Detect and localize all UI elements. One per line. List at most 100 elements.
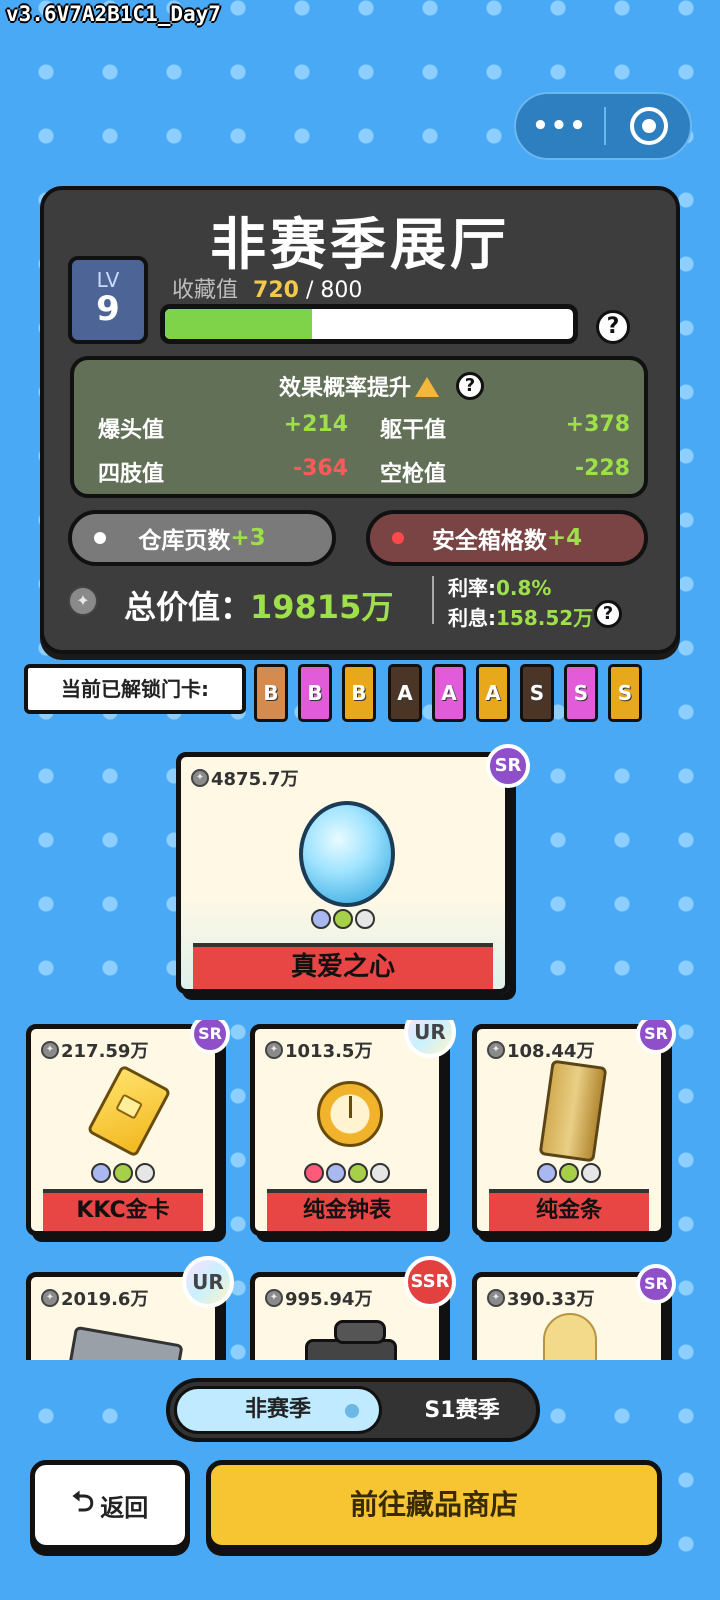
toggle-knob-icon	[345, 1404, 359, 1418]
rarity-badge: SR	[636, 1020, 676, 1054]
collect-progress-fill	[165, 309, 312, 339]
camera-icon	[305, 1320, 397, 1360]
item-price: 1013.5万	[265, 1037, 372, 1063]
graphics-card-icon	[68, 1325, 184, 1360]
item-options	[255, 1163, 439, 1183]
keycard-chip: B	[342, 664, 376, 722]
stat-label: 空枪值	[380, 462, 447, 487]
collect-max: 800	[320, 278, 363, 303]
option-icon	[348, 1163, 368, 1183]
safe-slots-pill[interactable]: 安全箱格数 +4	[366, 510, 648, 566]
stat-value: -228	[574, 456, 630, 481]
collect-help-icon[interactable]: ?	[596, 310, 630, 344]
golden-deer-icon	[543, 1313, 597, 1360]
gold-card-icon	[86, 1064, 172, 1158]
item-grid[interactable]: 217.59万 KKC金卡 SR 1013.5万 纯金钟表 UR 108.44万…	[0, 1020, 720, 1360]
interest-row: 利息:158.52万	[448, 602, 593, 631]
item-price-text: 108.44万	[507, 1041, 595, 1062]
keycard-label: 当前已解锁门卡:	[24, 664, 246, 714]
keycard-chip: S	[564, 664, 598, 722]
option-circle-icon	[311, 909, 331, 929]
rate-row: 利率:0.8%	[448, 572, 551, 601]
level-badge: LV 9	[68, 256, 148, 344]
go-to-shop-button[interactable]: 前往藏品商店	[206, 1460, 662, 1550]
effect-box: 效果概率提升 ? 爆头值 +214 躯干值 +378 四肢值 -364 空枪值 …	[70, 356, 648, 498]
gold-watch-icon	[317, 1081, 383, 1147]
safe-label: 安全箱格数	[431, 528, 547, 554]
option-icon	[370, 1163, 390, 1183]
rarity-badge: SR	[190, 1020, 230, 1054]
coin-icon	[265, 1041, 283, 1059]
hall-panel: 非赛季展厅 LV 9 收藏值 720 / 800 ? 效果概率提升 ? 爆头值 …	[40, 186, 680, 654]
item-card[interactable]: 217.59万 KKC金卡	[26, 1024, 220, 1236]
keycard-chip: A	[476, 664, 510, 722]
item-price-text: 995.94万	[285, 1289, 373, 1310]
storage-label: 仓库页数	[138, 528, 231, 554]
effect-title-text: 效果概率提升	[278, 376, 411, 401]
item-name: 真爱之心	[193, 943, 493, 989]
item-price: 108.44万	[487, 1037, 594, 1063]
storage-dot-icon	[94, 532, 106, 544]
keycard-chip: B	[254, 664, 288, 722]
storage-pages-pill[interactable]: 仓库页数 +3	[68, 510, 336, 566]
safe-bonus: +4	[546, 525, 583, 551]
rarity-badge: UR	[182, 1256, 234, 1308]
rarity-badge: SR	[486, 744, 530, 788]
item-price: 390.33万	[487, 1285, 594, 1311]
interest-label: 利息:	[448, 606, 496, 630]
collect-label: 收藏值	[172, 278, 239, 303]
version-label: v3.6V7A2B1C1_Day7	[6, 2, 221, 26]
back-arrow-icon: ⮌	[71, 1485, 95, 1518]
season-toggle[interactable]: 非赛季 S1赛季	[166, 1378, 540, 1442]
interest-help-icon[interactable]: ?	[594, 600, 622, 628]
back-button-label: 返回	[100, 1493, 149, 1522]
item-price: 4875.7万	[191, 765, 298, 791]
gold-bar-icon	[538, 1059, 608, 1163]
interest-value: 158.52万	[496, 606, 594, 630]
item-options	[477, 1163, 661, 1183]
rarity-badge: SR	[636, 1264, 676, 1304]
stat-label: 四肢值	[98, 462, 165, 487]
collect-separator: /	[305, 278, 314, 303]
item-card[interactable]: 108.44万 纯金条	[472, 1024, 666, 1236]
season-tab-s1[interactable]: S1赛季	[392, 1392, 532, 1424]
back-button[interactable]: ⮌ 返回	[30, 1460, 190, 1550]
collect-progress-bar	[160, 304, 578, 344]
coin-icon	[41, 1041, 59, 1059]
item-card[interactable]: 1013.5万 纯金钟表	[250, 1024, 444, 1236]
item-name: KKC金卡	[43, 1189, 203, 1231]
item-card-featured[interactable]: 4875.7万 真爱之心	[176, 752, 510, 994]
item-name: 纯金条	[489, 1189, 649, 1231]
effect-title: 效果概率提升	[74, 370, 644, 402]
storage-bonus: +3	[230, 525, 266, 551]
effect-help-icon[interactable]: ?	[456, 372, 484, 400]
more-button[interactable]: •••	[516, 111, 604, 141]
keycard-chip: A	[388, 664, 422, 722]
item-name: 纯金钟表	[267, 1189, 427, 1231]
coin-icon	[41, 1289, 59, 1307]
item-price-text: 2019.6万	[61, 1289, 149, 1310]
item-price-text: 1013.5万	[285, 1041, 373, 1062]
item-price-text: 217.59万	[61, 1041, 149, 1062]
coin-icon	[68, 586, 98, 616]
rate-value: 0.8%	[496, 576, 552, 600]
collect-current: 720	[253, 278, 299, 303]
option-icon	[559, 1163, 579, 1183]
total-divider	[432, 576, 434, 624]
stat-value: +214	[283, 412, 348, 437]
rate-label: 利率:	[448, 576, 496, 600]
total-value: 19815万	[250, 588, 394, 626]
total-value-label: 总价值：	[124, 588, 253, 626]
safe-dot-icon	[392, 532, 404, 544]
option-icon	[581, 1163, 601, 1183]
season-tab-offseason[interactable]: 非赛季	[174, 1386, 382, 1434]
option-icon	[135, 1163, 155, 1183]
mini-program-capsule: •••	[514, 92, 692, 160]
item-price: 995.94万	[265, 1285, 372, 1311]
keycard-chip: A	[432, 664, 466, 722]
diamond-heart-icon	[299, 801, 395, 907]
item-price-text: 390.33万	[507, 1289, 595, 1310]
option-icon	[326, 1163, 346, 1183]
option-icon	[113, 1163, 133, 1183]
close-target-icon[interactable]	[630, 107, 668, 145]
